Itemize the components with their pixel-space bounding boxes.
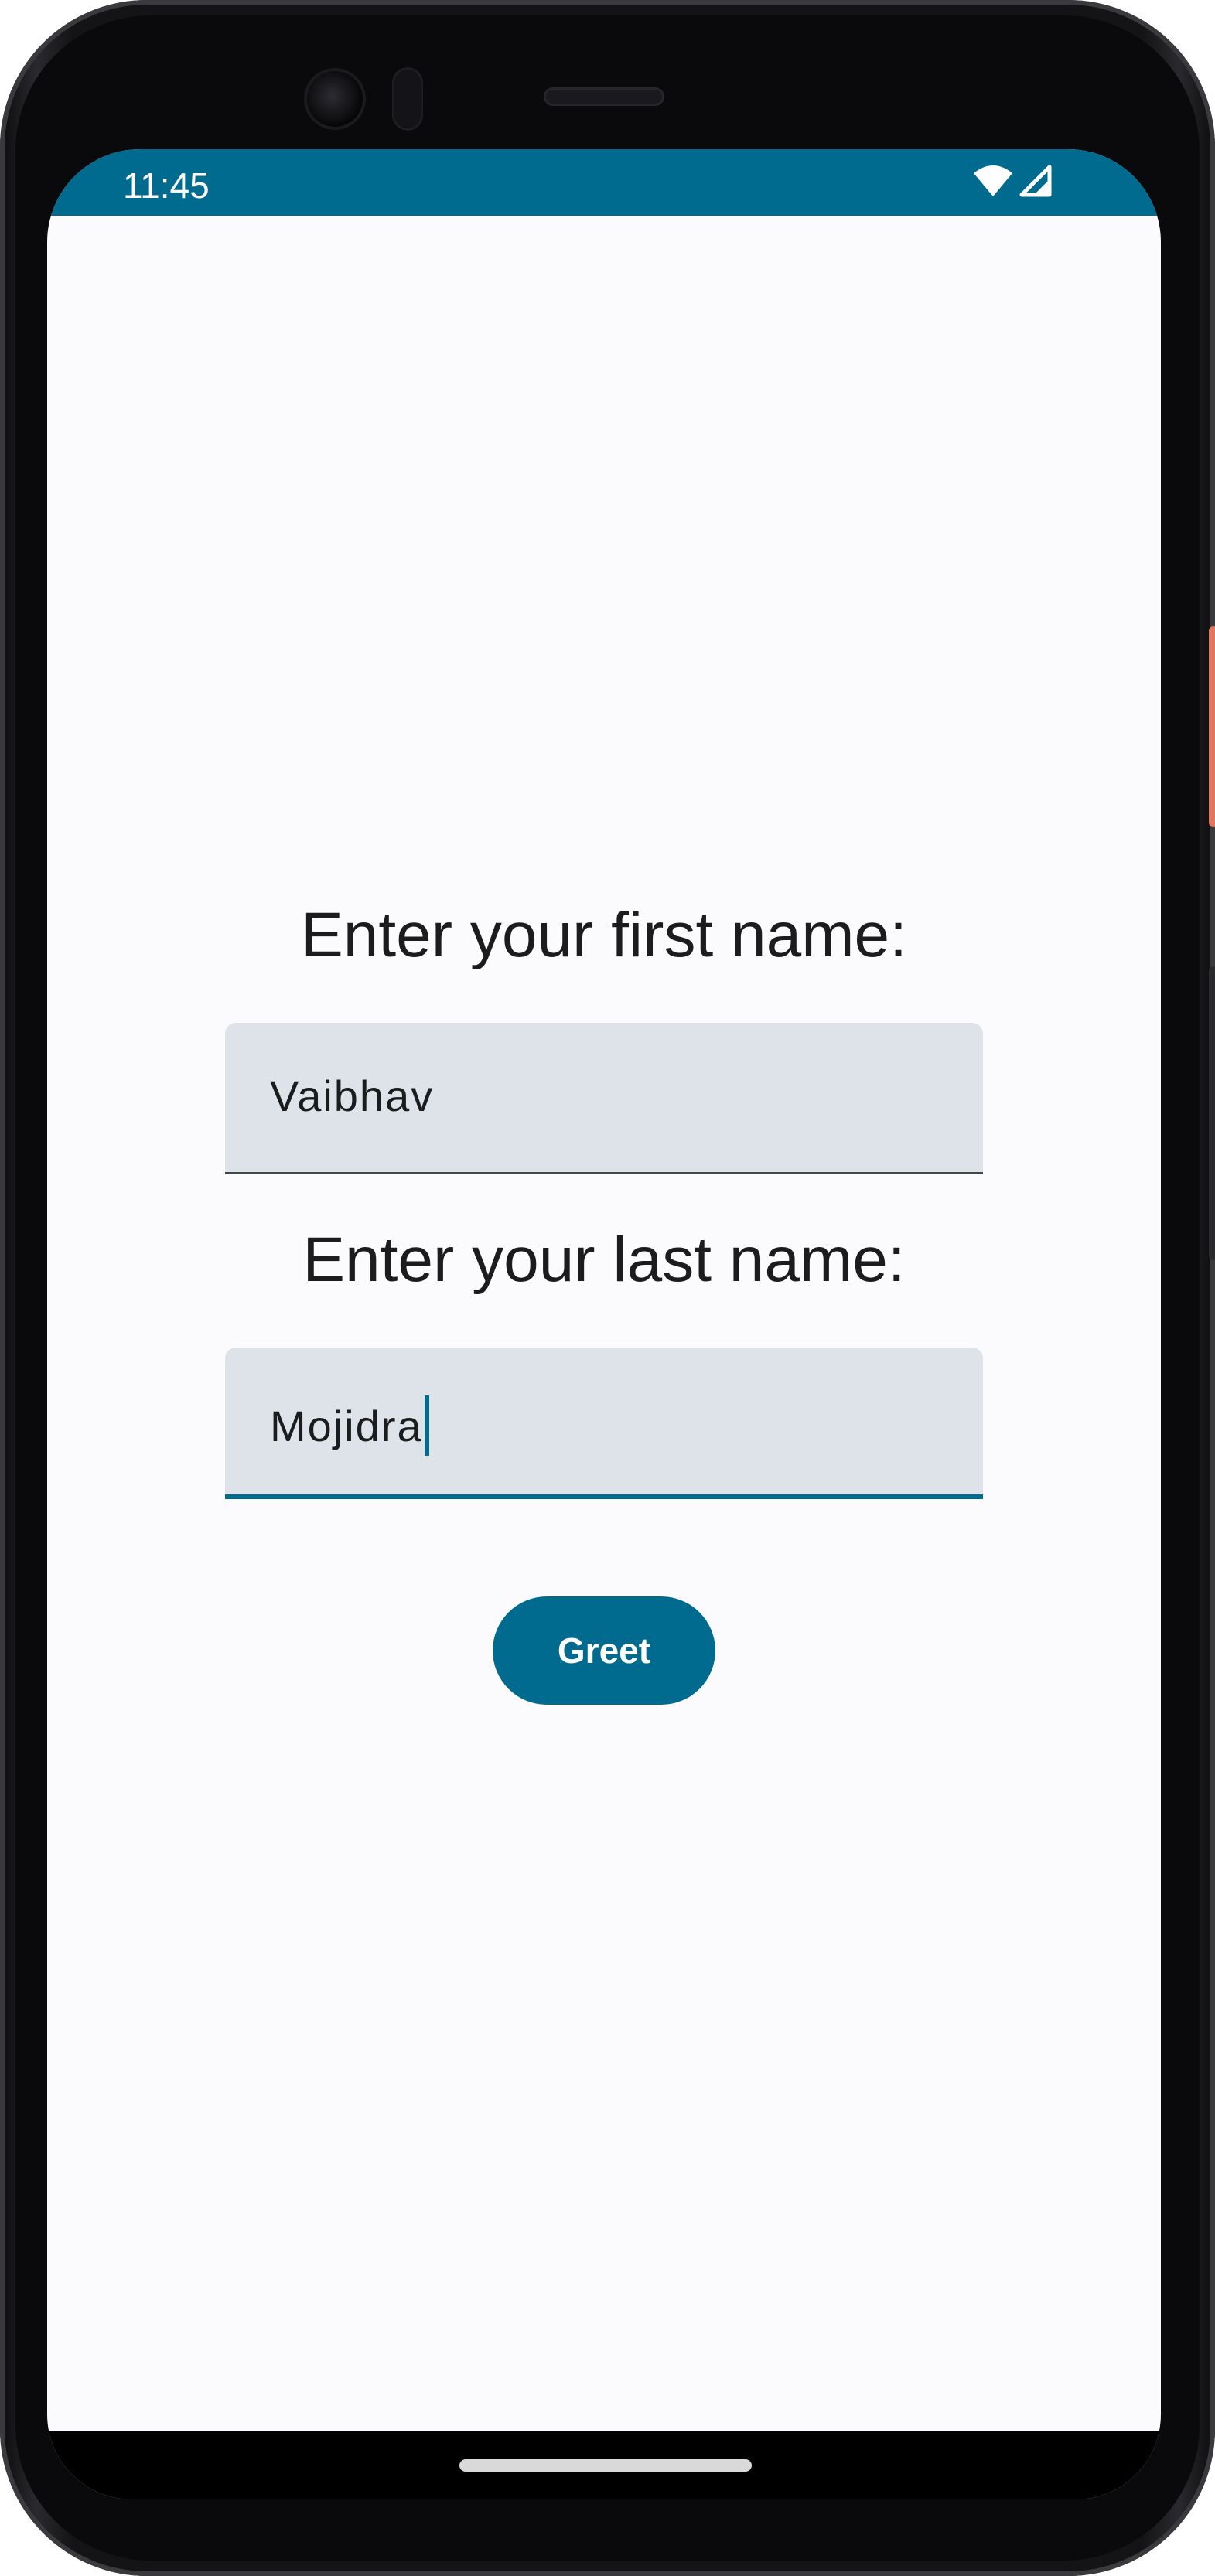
earpiece-speaker xyxy=(544,87,664,106)
status-time: 11:45 xyxy=(123,165,210,206)
status-icons xyxy=(972,163,1053,202)
first-name-label: Enter your first name: xyxy=(301,900,907,970)
status-bar: 11:45 xyxy=(47,149,1161,216)
text-cursor xyxy=(424,1395,429,1456)
power-button xyxy=(1209,626,1215,827)
app-screen: 11:45 Enter your first name: Vaibhav Ent… xyxy=(47,149,1161,2499)
first-name-input[interactable]: Vaibhav xyxy=(225,1023,983,1174)
last-name-label: Enter your last name: xyxy=(302,1225,906,1295)
phone-frame: 11:45 Enter your first name: Vaibhav Ent… xyxy=(0,0,1215,2576)
last-name-value: Mojidra xyxy=(270,1395,429,1456)
greet-button[interactable]: Greet xyxy=(493,1596,715,1705)
front-camera xyxy=(307,71,363,127)
cellular-signal-icon xyxy=(1019,164,1053,202)
first-name-value: Vaibhav xyxy=(270,1072,435,1120)
proximity-sensor xyxy=(394,70,421,128)
wifi-icon xyxy=(972,164,1014,202)
volume-button xyxy=(1209,966,1215,1260)
last-name-input[interactable]: Mojidra xyxy=(225,1348,983,1499)
home-gesture-handle[interactable] xyxy=(459,2459,752,2472)
